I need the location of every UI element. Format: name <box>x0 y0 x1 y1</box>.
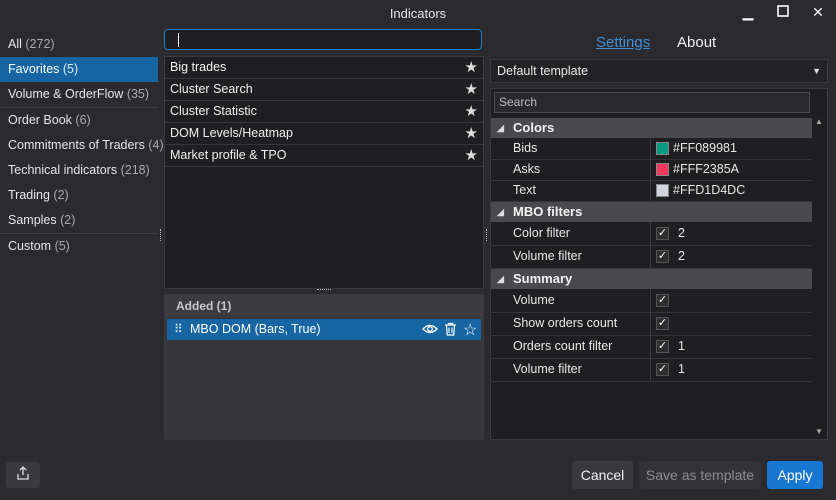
indicator-list: Big trades ★ Cluster Search ★ Cluster Stat… <box>164 56 484 289</box>
category-all[interactable]: All (272) <box>0 32 158 57</box>
favorite-star-icon[interactable]: ★ <box>465 79 478 100</box>
category-commitments-of-traders[interactable]: Commitments of Traders (4) <box>0 133 164 158</box>
text-caret <box>178 33 179 47</box>
checkbox[interactable]: ✓ <box>656 317 669 330</box>
list-item[interactable]: DOM Levels/Heatmap ★ <box>165 123 483 145</box>
checkbox[interactable]: ✓ <box>656 294 669 307</box>
delete-trash-icon[interactable] <box>444 322 457 343</box>
visibility-eye-icon[interactable] <box>422 322 438 343</box>
property-row-color-filter[interactable]: Color filter ✓ 2 <box>491 222 812 246</box>
property-row-orders-count-filter[interactable]: Orders count filter ✓ 1 <box>491 335 812 359</box>
list-item[interactable]: Big trades ★ <box>165 57 483 79</box>
drag-handle-icon[interactable]: ⠿ <box>174 319 183 340</box>
color-swatch[interactable] <box>656 184 669 197</box>
checkbox[interactable]: ✓ <box>656 363 669 376</box>
export-icon[interactable] <box>6 462 40 488</box>
horizontal-splitter-handle[interactable] <box>317 289 331 293</box>
minimize-icon[interactable]: ▁ <box>737 3 759 21</box>
favorite-star-outline-icon[interactable]: ☆ <box>463 320 477 341</box>
checkbox[interactable]: ✓ <box>656 227 669 240</box>
favorite-star-icon[interactable]: ★ <box>465 123 478 144</box>
template-dropdown[interactable]: Default template ▼ <box>490 59 828 83</box>
category-favorites[interactable]: Favorites (5) <box>0 57 158 82</box>
chevron-down-icon: ▼ <box>812 66 821 76</box>
indicator-search-input[interactable] <box>164 29 482 50</box>
scrollbar[interactable]: ▲ ▼ <box>813 115 825 437</box>
added-header: Added (1) <box>165 295 483 317</box>
category-technical-indicators[interactable]: Technical indicators (218) <box>0 158 158 183</box>
window-title: Indicators <box>389 6 447 21</box>
favorite-star-icon[interactable]: ★ <box>465 101 478 122</box>
template-value: Default template <box>497 64 589 78</box>
property-row-volume-filter[interactable]: Volume filter ✓ 2 <box>491 245 812 269</box>
property-row-show-orders-count[interactable]: Show orders count ✓ <box>491 312 812 336</box>
group-mbo-filters[interactable]: ◢ MBO filters <box>491 202 812 222</box>
checkbox[interactable]: ✓ <box>656 250 669 263</box>
collapse-triangle-icon: ◢ <box>497 207 504 217</box>
color-value[interactable]: #FFD1D4DC <box>650 180 745 201</box>
color-swatch[interactable] <box>656 142 669 155</box>
category-samples[interactable]: Samples (2) <box>0 208 158 234</box>
category-list: All (272) Favorites (5) Volume & OrderFl… <box>0 32 164 259</box>
added-item[interactable]: ⠿ MBO DOM (Bars, True) ☆ <box>167 319 481 340</box>
tab-about[interactable]: About <box>677 34 716 51</box>
scroll-down-icon[interactable]: ▼ <box>815 427 823 436</box>
collapse-triangle-icon: ◢ <box>497 123 504 133</box>
group-summary[interactable]: ◢ Summary <box>491 269 812 289</box>
property-row-bids[interactable]: Bids #FF089981 <box>491 138 812 160</box>
property-row-volume[interactable]: Volume ✓ <box>491 289 812 313</box>
close-icon[interactable]: ✕ <box>807 3 829 21</box>
property-search-input[interactable]: Search <box>494 92 810 113</box>
added-panel: Added (1) ⠿ MBO DOM (Bars, True) ☆ <box>164 294 484 440</box>
favorite-star-icon[interactable]: ★ <box>465 145 478 166</box>
list-item[interactable]: Cluster Search ★ <box>165 79 483 101</box>
color-value[interactable]: #FFF2385A <box>650 159 739 180</box>
tab-settings[interactable]: Settings <box>596 34 650 51</box>
favorite-star-icon[interactable]: ★ <box>465 57 478 78</box>
collapse-triangle-icon: ◢ <box>497 274 504 284</box>
scroll-up-icon[interactable]: ▲ <box>815 117 823 126</box>
category-order-book[interactable]: Order Book (6) <box>0 108 158 133</box>
list-item[interactable]: Market profile & TPO ★ <box>165 145 483 167</box>
category-volume-orderflow[interactable]: Volume & OrderFlow (35) <box>0 82 158 108</box>
list-item[interactable]: Cluster Statistic ★ <box>165 101 483 123</box>
property-grid: Search ▲ ▼ ◢ Colors Bids #FF089981 Asks … <box>490 88 828 440</box>
color-value[interactable]: #FF089981 <box>650 138 737 159</box>
apply-button[interactable]: Apply <box>767 461 823 489</box>
maximize-icon[interactable] <box>772 3 794 21</box>
cancel-button[interactable]: Cancel <box>572 461 633 489</box>
group-colors[interactable]: ◢ Colors <box>491 118 812 138</box>
property-row-summary-volume-filter[interactable]: Volume filter ✓ 1 <box>491 358 812 382</box>
color-swatch[interactable] <box>656 163 669 176</box>
save-as-template-button[interactable]: Save as template <box>639 461 761 489</box>
property-row-text[interactable]: Text #FFD1D4DC <box>491 180 812 202</box>
added-item-label: MBO DOM (Bars, True) <box>190 322 321 336</box>
category-custom[interactable]: Custom (5) <box>0 234 158 259</box>
checkbox[interactable]: ✓ <box>656 340 669 353</box>
category-trading[interactable]: Trading (2) <box>0 183 158 208</box>
property-row-asks[interactable]: Asks #FFF2385A <box>491 159 812 181</box>
